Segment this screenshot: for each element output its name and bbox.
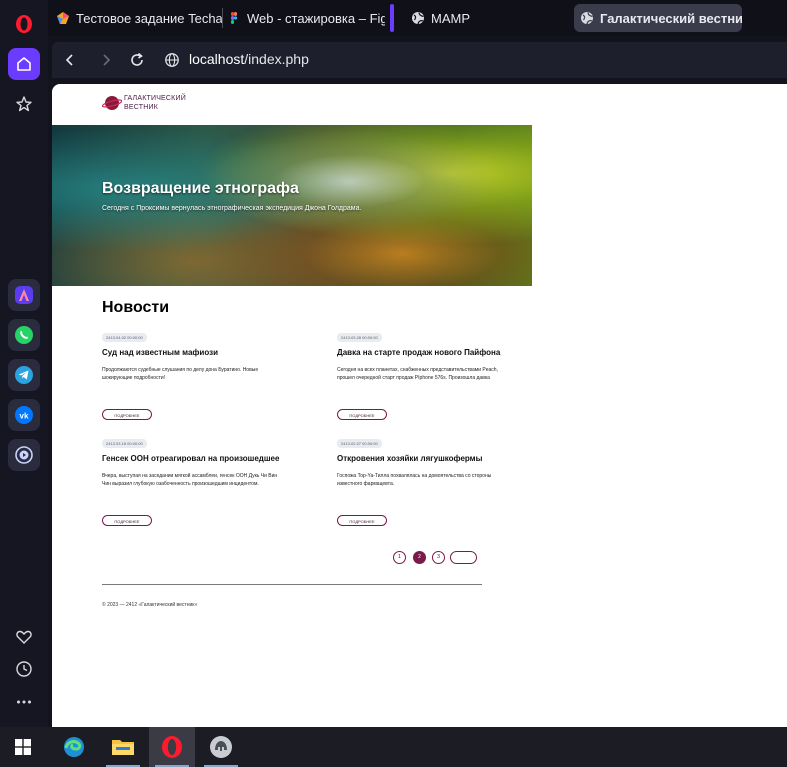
aria-icon[interactable] <box>8 279 40 311</box>
address-bar: localhost/index.php <box>52 42 787 78</box>
globe-icon <box>412 12 424 25</box>
tab-title: MAMP <box>431 10 470 26</box>
browser-sidebar: vk <box>0 0 48 727</box>
tab-bar: Тестовое задание Techart Web - стажировк… <box>48 0 787 36</box>
hero-subtitle: Сегодня с Проксимы вернулась этнографиче… <box>102 205 362 212</box>
tab-mamp[interactable]: MAMP <box>411 4 561 32</box>
news-excerpt: Вчера, выступая на заседании мягкой асса… <box>102 473 278 487</box>
footer-divider <box>102 584 482 585</box>
site-info-globe-icon[interactable] <box>164 52 180 68</box>
vk-icon[interactable]: vk <box>8 399 40 431</box>
reload-icon[interactable] <box>128 51 146 69</box>
news-card: 2413.02.07 00:00:00 Откровения хозяйки л… <box>337 439 527 529</box>
hero-banner: Возвращение этнографа Сегодня с Проксимы… <box>52 125 532 286</box>
url-host: localhost <box>189 51 245 67</box>
telegram-icon[interactable] <box>8 359 40 391</box>
url-field[interactable]: localhost/index.php <box>189 51 309 67</box>
news-title[interactable]: Откровения хозяйки лягушкофермы <box>337 454 482 463</box>
planet-logo-icon <box>102 96 122 110</box>
windows-taskbar <box>0 727 787 767</box>
more-button[interactable]: ПОДРОБНЕЕ <box>337 515 387 526</box>
next-page-button[interactable] <box>450 551 477 564</box>
url-path: /index.php <box>244 51 309 67</box>
news-title[interactable]: Генсек ООН отреагировал на произошедшее <box>102 454 279 463</box>
tab-title: Web - стажировка – Figm <box>247 10 385 26</box>
forward-arrow-icon[interactable] <box>97 51 115 69</box>
file-explorer-icon[interactable] <box>100 727 146 767</box>
colorful-app-icon <box>57 12 69 24</box>
tab-separator <box>222 8 223 28</box>
news-date: 2413.04.02 00:00:00 <box>102 333 147 342</box>
news-date: 2413.03.28 00:00:00 <box>337 333 382 342</box>
news-title: Новости <box>102 299 170 316</box>
tab-techart[interactable]: Тестовое задание Techart <box>56 4 222 32</box>
news-date: 2413.02.07 00:00:00 <box>337 439 382 448</box>
edge-browser-icon[interactable] <box>51 727 97 767</box>
back-arrow-icon[interactable] <box>61 51 79 69</box>
news-excerpt: Продолжаются судебные слушания по делу д… <box>102 367 259 381</box>
logo-line2: ВЕСТНИК <box>124 104 159 111</box>
whatsapp-icon[interactable] <box>8 319 40 351</box>
page-1-button[interactable]: 1 <box>393 551 406 564</box>
player-icon[interactable] <box>8 439 40 471</box>
news-title[interactable]: Суд над известным мафиози <box>102 348 218 357</box>
more-button[interactable]: ПОДРОБНЕЕ <box>337 409 387 420</box>
globe-icon <box>581 12 593 25</box>
site-logo[interactable]: ГАЛАКТИЧЕСКИЙ ВЕСТНИК <box>102 94 186 112</box>
bookmarks-star-icon[interactable] <box>8 88 40 120</box>
news-title[interactable]: Давка на старте продаж нового Пайфона <box>337 348 500 357</box>
page-3-button[interactable]: 3 <box>432 551 445 564</box>
news-card: 2413.03.18 00:00:00 Генсек ООН отреагиро… <box>102 439 292 529</box>
more-dots-icon[interactable] <box>8 686 40 718</box>
news-excerpt: Госпожа Тор-Ya-Тилла похвалялась на домо… <box>337 473 492 487</box>
home-icon[interactable] <box>8 48 40 80</box>
tab-title: Тестовое задание Techart <box>76 10 222 26</box>
figma-icon <box>231 12 238 24</box>
history-clock-icon[interactable] <box>8 653 40 685</box>
page-viewport: ГАЛАКТИЧЕСКИЙ ВЕСТНИК Возвращение этногр… <box>52 84 787 727</box>
more-button[interactable]: ПОДРОБНЕЕ <box>102 515 152 526</box>
news-excerpt: Сегодня на всех планетах, снабженных пре… <box>337 367 498 381</box>
logo-line1: ГАЛАКТИЧЕСКИЙ <box>124 95 186 102</box>
heart-icon[interactable] <box>8 621 40 653</box>
svg-text:vk: vk <box>20 412 29 421</box>
more-button[interactable]: ПОДРОБНЕЕ <box>102 409 152 420</box>
mamp-elephant-icon[interactable] <box>198 727 244 767</box>
tab-group-marker <box>390 4 394 32</box>
news-date: 2413.03.18 00:00:00 <box>102 439 147 448</box>
news-card: 2413.03.28 00:00:00 Давка на старте прод… <box>337 333 527 423</box>
hero-title: Возвращение этнографа <box>102 180 299 197</box>
tab-figma[interactable]: Web - стажировка – Figm <box>227 4 385 32</box>
tab-title: Галактический вестник <box>600 10 742 26</box>
footer-copyright: © 2023 — 2412 «Галактический вестник» <box>102 602 198 608</box>
page-2-button[interactable]: 2 <box>413 551 426 564</box>
opera-logo-icon[interactable] <box>8 8 40 40</box>
tab-galactic-active[interactable]: Галактический вестник <box>574 4 742 32</box>
windows-start-icon[interactable] <box>0 727 46 767</box>
news-card: 2413.04.02 00:00:00 Суд над известным ма… <box>102 333 292 423</box>
opera-taskbar-icon[interactable] <box>149 727 195 767</box>
